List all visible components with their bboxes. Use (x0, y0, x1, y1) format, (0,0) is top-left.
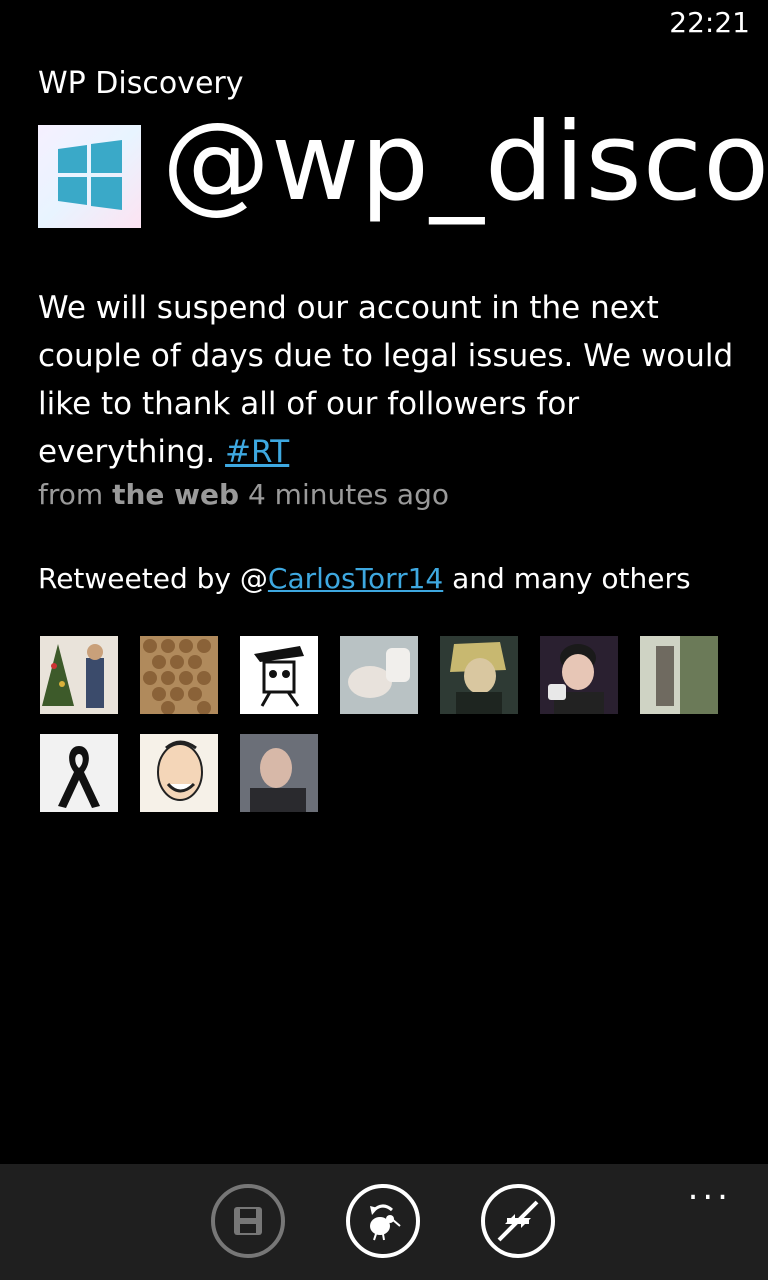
tweet-source: the web (112, 478, 240, 511)
profile-header: @wp_discov (38, 110, 768, 240)
retweeted-prefix: Retweeted by @ (38, 562, 268, 595)
profile-handle: @wp_discov (162, 110, 768, 225)
retweeter-avatar[interactable] (540, 636, 618, 714)
unfollow-button[interactable] (481, 1184, 555, 1258)
retweeted-suffix: and many others (452, 562, 691, 595)
windows-logo-icon (58, 140, 122, 210)
tweet-text: We will suspend our account in the next … (38, 290, 734, 470)
retweeter-avatar[interactable] (240, 734, 318, 812)
retweet-button[interactable] (346, 1184, 420, 1258)
tweet-time: 4 minutes ago (247, 478, 449, 511)
source-prefix: from (38, 478, 104, 511)
save-icon (234, 1207, 262, 1235)
retweeter-avatar[interactable] (340, 636, 418, 714)
profile-avatar[interactable] (38, 125, 141, 228)
unfollow-icon (497, 1200, 539, 1242)
hashtag-link[interactable]: #RT (225, 434, 289, 470)
retweet-icon (370, 1204, 401, 1241)
tweet-body: We will suspend our account in the next … (38, 284, 738, 476)
retweeter-avatar[interactable] (40, 636, 118, 714)
app-bar: ... (0, 1164, 768, 1280)
save-button[interactable] (211, 1184, 285, 1258)
retweeted-by: Retweeted by @CarlosTorr14 and many othe… (38, 562, 691, 595)
app-title: WP Discovery (38, 66, 244, 101)
more-icon[interactable]: ... (688, 1171, 732, 1205)
retweeter-link[interactable]: CarlosTorr14 (268, 562, 443, 595)
tweet-meta: from the web 4 minutes ago (38, 478, 449, 511)
retweeter-avatar[interactable] (240, 636, 318, 714)
retweeter-avatar[interactable] (140, 734, 218, 812)
status-time: 22:21 (669, 6, 750, 39)
retweeter-avatar[interactable] (140, 636, 218, 714)
retweeter-avatar[interactable] (40, 734, 118, 812)
retweeter-avatar[interactable] (640, 636, 718, 714)
retweeter-avatar[interactable] (440, 636, 518, 714)
